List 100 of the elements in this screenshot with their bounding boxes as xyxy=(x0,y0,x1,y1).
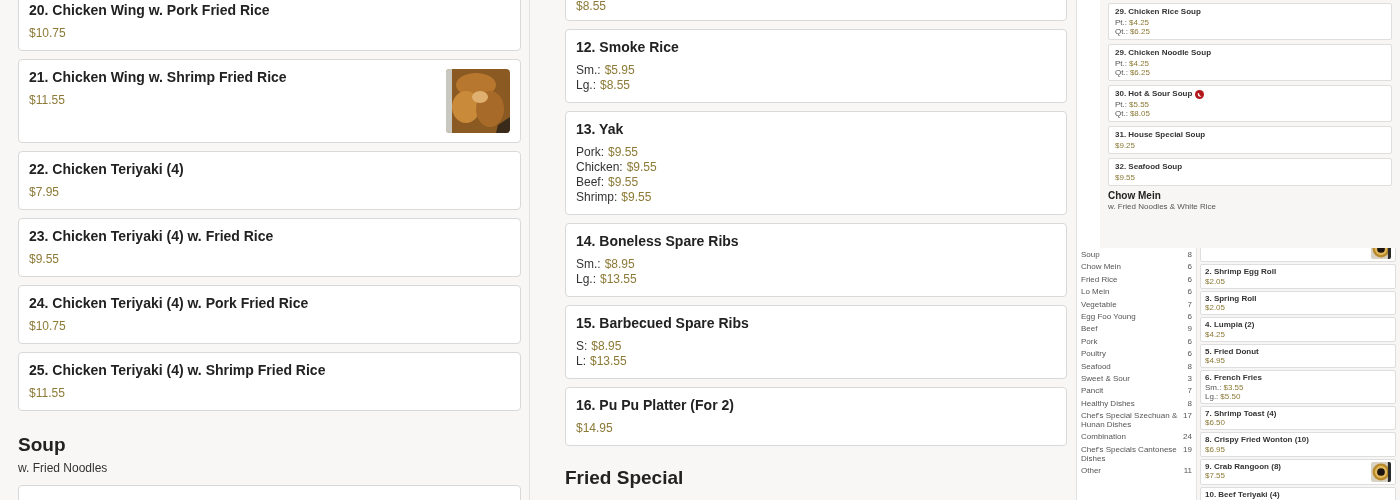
menu-card[interactable]: 29. Chicken Rice Soup Pt.: $4.25 Qt.: $6.25 xyxy=(1108,3,1392,40)
menu-card[interactable]: $8.55 xyxy=(565,0,1067,21)
menu-card[interactable]: 12. Smoke Rice Sm.: $5.95 Lg.: $8.55 xyxy=(565,29,1067,103)
category-link[interactable]: Chef's Special Szechuan & Hunan Dishes xyxy=(1081,411,1180,430)
price: $8.05 xyxy=(1129,109,1150,118)
price: $4.25 xyxy=(1129,59,1150,68)
menu-card[interactable]: 2. Shrimp Egg Roll $2.05 xyxy=(1200,264,1396,289)
menu-card[interactable]: 7. Shrimp Toast (4) $6.50 xyxy=(1200,405,1396,430)
category-link[interactable]: Fried Rice xyxy=(1081,274,1118,284)
category-link[interactable]: Sweet & Sour xyxy=(1081,373,1130,383)
category-count: 24 xyxy=(1183,432,1192,442)
item-name: 16. Pu Pu Platter (For 2) xyxy=(576,397,734,414)
category-link[interactable]: Beef xyxy=(1081,324,1098,334)
item-name: 3. Spring Roll xyxy=(1205,293,1257,303)
price: $5.50 xyxy=(1220,391,1241,401)
price: $8.95 xyxy=(591,339,622,353)
price-label: Sm.: xyxy=(576,63,601,77)
item-name: 32. Seafood Soup xyxy=(1115,162,1183,172)
price: $11.55 xyxy=(29,386,65,400)
category-link[interactable]: Chow Mein xyxy=(1081,262,1121,272)
category-link[interactable]: Healthy Dishes xyxy=(1081,398,1135,408)
price: $4.25 xyxy=(1205,329,1226,339)
category-count: 8 xyxy=(1187,361,1192,371)
price: $7.55 xyxy=(1205,471,1226,480)
item-name: 25. Chicken Teriyaki (4) w. Shrimp Fried Rice xyxy=(29,362,326,379)
menu-card[interactable]: 22. Chicken Teriyaki (4) $7.95 xyxy=(18,151,521,210)
item-name: 6. French Fries xyxy=(1205,373,1262,383)
menu-card[interactable]: 3. Spring Roll $2.05 xyxy=(1200,290,1396,315)
price: $6.25 xyxy=(1129,68,1150,77)
price-label: Chicken: xyxy=(576,160,623,174)
menu-card[interactable]: 31. House Special Soup $9.25 xyxy=(1108,126,1392,154)
menu-card[interactable]: 13. Yak Pork: $9.55 Chicken: $9.55 Beef: $9.55 Shrimp: $9.55 xyxy=(565,111,1067,215)
price: $6.25 xyxy=(1129,27,1150,36)
menu-card[interactable]: 23. Chicken Teriyaki (4) w. Fried Rice $9.55 xyxy=(18,218,521,277)
price-label: S: xyxy=(576,339,588,353)
category-link[interactable]: Pork xyxy=(1081,336,1098,346)
item-name: 15. Barbecued Spare Ribs xyxy=(576,315,749,332)
price-label: Qt.: xyxy=(1115,68,1128,77)
menu-card[interactable]: 32. Seafood Soup $9.55 xyxy=(1108,158,1392,186)
price: $6.50 xyxy=(1205,418,1226,427)
category-link[interactable]: Other xyxy=(1081,466,1101,476)
menu-card[interactable]: 10. Beef Teriyaki (4) xyxy=(1200,486,1396,500)
price-label: Sm.: xyxy=(576,257,601,271)
section-title: Chow Mein xyxy=(1108,190,1162,202)
category-count: 8 xyxy=(1187,398,1192,408)
chili-icon xyxy=(1195,89,1205,99)
menu-card[interactable]: 4. Lumpia (2) $4.25 xyxy=(1200,317,1396,342)
section-title: Fried Special xyxy=(565,466,685,490)
item-name: 21. Chicken Wing w. Shrimp Fried Rice xyxy=(29,69,287,86)
menu-card[interactable]: 21. Chicken Wing w. Shrimp Fried Rice $11.55 xyxy=(18,59,521,143)
item-name: 4. Lumpia (2) xyxy=(1205,320,1255,330)
category-link[interactable]: Lo Mein xyxy=(1081,287,1110,297)
item-name: 12. Smoke Rice xyxy=(576,39,679,56)
menu-card[interactable]: 6. French Fries Sm.: $3.55 Lg.: $5.50 xyxy=(1200,370,1396,404)
category-count: 11 xyxy=(1183,466,1192,476)
item-name: 23. Chicken Teriyaki (4) w. Fried Rice xyxy=(29,228,274,245)
item-name: 13. Yak xyxy=(576,121,625,138)
category-count: 19 xyxy=(1183,444,1192,454)
item-name: 14. Boneless Spare Ribs xyxy=(576,233,739,250)
price: $9.55 xyxy=(29,252,60,266)
category-count: 17 xyxy=(1183,411,1192,421)
price: $2.05 xyxy=(1205,303,1226,312)
price: $9.55 xyxy=(621,190,652,204)
menu-card[interactable]: 9. Crab Rangoon (8) $7.55 xyxy=(1200,458,1396,485)
price: $4.25 xyxy=(1129,18,1150,27)
category-link[interactable]: Chef's Specials Cantonese Dishes xyxy=(1081,444,1180,463)
category-link[interactable]: Pancit xyxy=(1081,386,1104,396)
price-label: Qt.: xyxy=(1115,27,1128,36)
item-name: 8. Crispy Fried Wonton (10) xyxy=(1205,435,1309,445)
menu-card[interactable]: 20. Chicken Wing w. Pork Fried Rice $10.75 xyxy=(18,0,521,51)
price-label: Pt.: xyxy=(1115,59,1127,68)
section-subtitle: w. Fried Noodles xyxy=(18,461,109,475)
category-link[interactable]: Combination xyxy=(1081,432,1126,442)
price: $5.55 xyxy=(1129,100,1150,109)
price: $10.75 xyxy=(29,26,66,40)
category-count: 6 xyxy=(1187,287,1192,297)
menu-card[interactable]: 24. Chicken Teriyaki (4) w. Pork Fried Rice $10.75 xyxy=(18,285,521,344)
price-label: Lg.: xyxy=(576,272,596,286)
price: $7.95 xyxy=(29,185,60,199)
menu-card[interactable]: 25. Chicken Teriyaki (4) w. Shrimp Fried Rice $11.55 xyxy=(18,352,521,411)
category-count: 7 xyxy=(1187,299,1192,309)
category-link[interactable]: Vegetable xyxy=(1081,299,1117,309)
menu-card[interactable]: 14. Boneless Spare Ribs Sm.: $8.95 Lg.: $13.55 xyxy=(565,223,1067,297)
item-name: 22. Chicken Teriyaki (4) xyxy=(29,161,184,178)
price-label: Lg.: xyxy=(1205,391,1219,401)
menu-card[interactable]: 29. Chicken Noodle Soup Pt.: $4.25 Qt.: $6.25 xyxy=(1108,44,1392,81)
menu-card[interactable]: 16. Pu Pu Platter (For 2) $14.95 xyxy=(565,387,1067,446)
price: $14.95 xyxy=(576,421,613,435)
price: $9.55 xyxy=(608,175,639,189)
menu-card[interactable]: 30. Hot & Sour Soup Pt.: $5.55 Qt.: $8.05 xyxy=(1108,85,1392,122)
category-link[interactable]: Poultry xyxy=(1081,349,1106,359)
category-link[interactable]: Egg Foo Young xyxy=(1081,311,1136,321)
category-count: 9 xyxy=(1187,324,1192,334)
menu-card[interactable]: 15. Barbecued Spare Ribs S: $8.95 L: $13.55 xyxy=(565,305,1067,379)
menu-card[interactable]: 5. Fried Donut $4.95 xyxy=(1200,343,1396,368)
menu-card[interactable]: 8. Crispy Fried Wonton (10) $6.95 xyxy=(1200,432,1396,457)
category-link[interactable]: Soup xyxy=(1081,250,1100,259)
price: $2.05 xyxy=(1205,276,1226,286)
item-name: 29. Chicken Rice Soup xyxy=(1115,7,1201,17)
category-link[interactable]: Seafood xyxy=(1081,361,1111,371)
